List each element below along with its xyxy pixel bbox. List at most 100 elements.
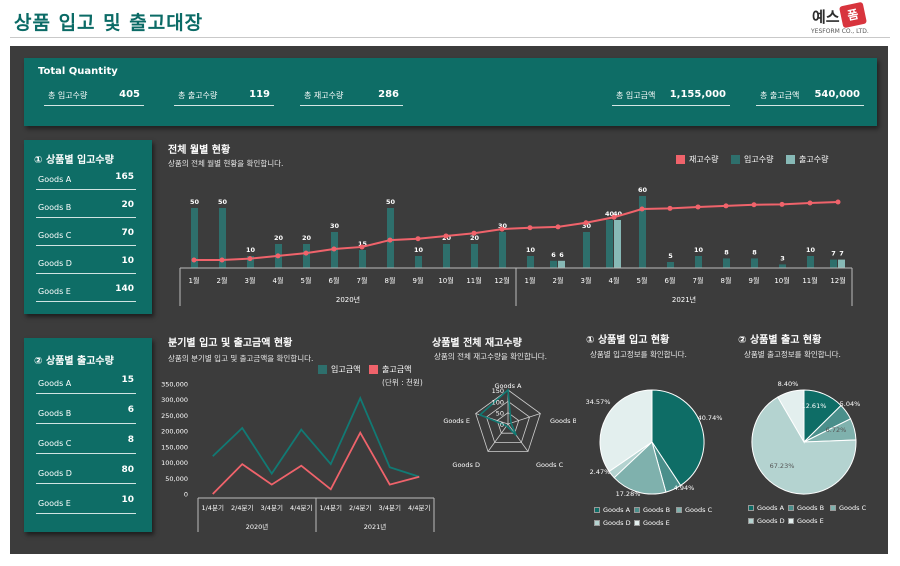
- x-tick-label: 9월: [749, 276, 760, 285]
- stock-point: [387, 237, 393, 243]
- x-tick-label: 10월: [438, 276, 453, 285]
- bar-out: [838, 259, 845, 268]
- data-label-in: 50: [190, 198, 200, 206]
- item-label: Goods D: [38, 259, 72, 268]
- radar-chart-subtitle: 상품의 전체 재고수량을 확인합니다.: [434, 352, 548, 361]
- pie-data-label: 17.28%: [616, 490, 641, 498]
- y-tick-label: 100,000: [161, 459, 188, 467]
- legend-goods-b: Goods B: [788, 504, 824, 512]
- pie-data-label: 67.23%: [770, 462, 795, 470]
- stock-point: [527, 225, 533, 231]
- legend-goods-e: Goods E: [788, 517, 824, 525]
- item-label: Goods C: [38, 439, 72, 448]
- data-label-in: 10: [806, 246, 816, 254]
- list-item: Goods C 70: [36, 224, 136, 246]
- legend-label: 출고금액: [382, 365, 412, 374]
- item-label: Goods B: [38, 203, 72, 212]
- legend-marker: [634, 520, 640, 526]
- radar-spoke: [507, 423, 529, 452]
- bar-in: [499, 232, 506, 268]
- bar-out: [614, 220, 621, 268]
- legend-goods-d: Goods D: [594, 519, 631, 527]
- radar-spoke: [507, 413, 541, 425]
- legend-swatch: [318, 365, 327, 374]
- stock-point: [499, 226, 505, 232]
- logo-badge: 폼: [838, 1, 868, 29]
- pie-data-label: 40.74%: [698, 414, 723, 422]
- radar-tick-label: 100: [492, 398, 504, 406]
- bar-in: [443, 244, 450, 268]
- legend-label: Goods A: [757, 504, 785, 512]
- bar-in: [471, 244, 478, 268]
- x-tick-label: 1/4분기: [320, 503, 342, 512]
- x-tick-label: 10월: [774, 276, 789, 285]
- legend-label: 출고수량: [799, 155, 829, 164]
- data-label-in: 20: [274, 234, 284, 242]
- item-value: 165: [115, 172, 134, 182]
- pie-data-label: 2.47%: [590, 468, 611, 476]
- x-tick-label: 1월: [525, 276, 536, 285]
- radar-chart: 150100500Goods AGoods BGoods CGoods DGoo…: [443, 382, 576, 469]
- legend-label: Goods D: [603, 519, 631, 527]
- list-item: Goods D 80: [36, 460, 136, 484]
- legend-swatch: [369, 365, 378, 374]
- list-item: Goods E 10: [36, 490, 136, 514]
- bar-in: [527, 256, 534, 268]
- x-tick-label: 1월: [189, 276, 200, 285]
- item-label: Goods A: [38, 379, 72, 388]
- x-tick-label: 7월: [357, 276, 368, 285]
- stat-total-out-amount: 총 출고금액 540,000: [756, 88, 864, 106]
- data-label-in: 10: [414, 246, 424, 254]
- list-item: Goods C 8: [36, 430, 136, 454]
- data-label-in: 10: [246, 246, 256, 254]
- data-label-in: 8: [724, 248, 729, 256]
- bar-in: [415, 256, 422, 268]
- y-tick-label: 50,000: [165, 475, 188, 483]
- pie-in-legend: Goods A Goods B Goods C Goods D Goods E: [594, 506, 734, 530]
- data-label-in: 60: [638, 186, 648, 194]
- pie-data-label: 4.94%: [674, 484, 695, 492]
- data-label-in: 50: [386, 198, 396, 206]
- logo-subtext: YESFORM CO., LTD.: [811, 28, 869, 35]
- stat-total-in-qty: 총 입고수량 405: [44, 88, 144, 106]
- stat-value: 119: [249, 89, 270, 100]
- x-tick-label: 3월: [245, 276, 256, 285]
- pie-in-subtitle: 상품별 입고정보를 확인합니다.: [590, 350, 687, 359]
- inbound-qty-panel: ① 상품별 입고수량 Goods A 165 Goods B 20 Goods C 7…: [24, 140, 152, 314]
- item-label: Goods A: [38, 175, 72, 184]
- stock-point: [611, 214, 617, 220]
- data-label-in: 8: [752, 248, 757, 256]
- item-value: 10: [121, 256, 134, 266]
- legend-marker: [676, 507, 682, 513]
- stock-point: [331, 246, 337, 252]
- legend-swatch: [786, 155, 795, 164]
- stat-label: 총 입고금액: [616, 91, 656, 100]
- x-tick-label: 6월: [665, 276, 676, 285]
- x-tick-label: 5월: [637, 276, 648, 285]
- group-label: 2021년: [364, 522, 387, 531]
- quarterly-chart-title: 분기별 입고 및 출고금액 현황: [168, 338, 293, 349]
- x-tick-label: 4/4분기: [408, 503, 430, 512]
- legend-marker: [594, 507, 600, 513]
- radar-axis-label: Goods E: [443, 417, 470, 425]
- pie-data-label: 12.61%: [802, 402, 827, 410]
- bar-in: [751, 258, 758, 268]
- stat-label: 총 재고수량: [304, 91, 344, 100]
- item-value: 15: [121, 375, 134, 385]
- y-tick-label: 300,000: [161, 396, 188, 404]
- item-value: 6: [127, 405, 134, 415]
- legend-marker: [830, 505, 836, 511]
- stat-value: 405: [119, 89, 140, 100]
- inbound-panel-title: ① 상품별 입고수량: [34, 155, 114, 166]
- stat-total-in-amount: 총 입고금액 1,155,000: [612, 88, 730, 106]
- data-label-in: 5: [668, 252, 673, 260]
- radar-tick-label: 50: [496, 410, 504, 418]
- title-divider: [10, 37, 890, 38]
- logo-text: 예스: [812, 8, 840, 26]
- data-label-in: 6: [551, 251, 556, 259]
- bar-in: [583, 232, 590, 268]
- item-value: 8: [127, 435, 134, 445]
- legend-swatch: [731, 155, 740, 164]
- x-tick-label: 2/4분기: [231, 503, 253, 512]
- x-tick-label: 12월: [494, 276, 509, 285]
